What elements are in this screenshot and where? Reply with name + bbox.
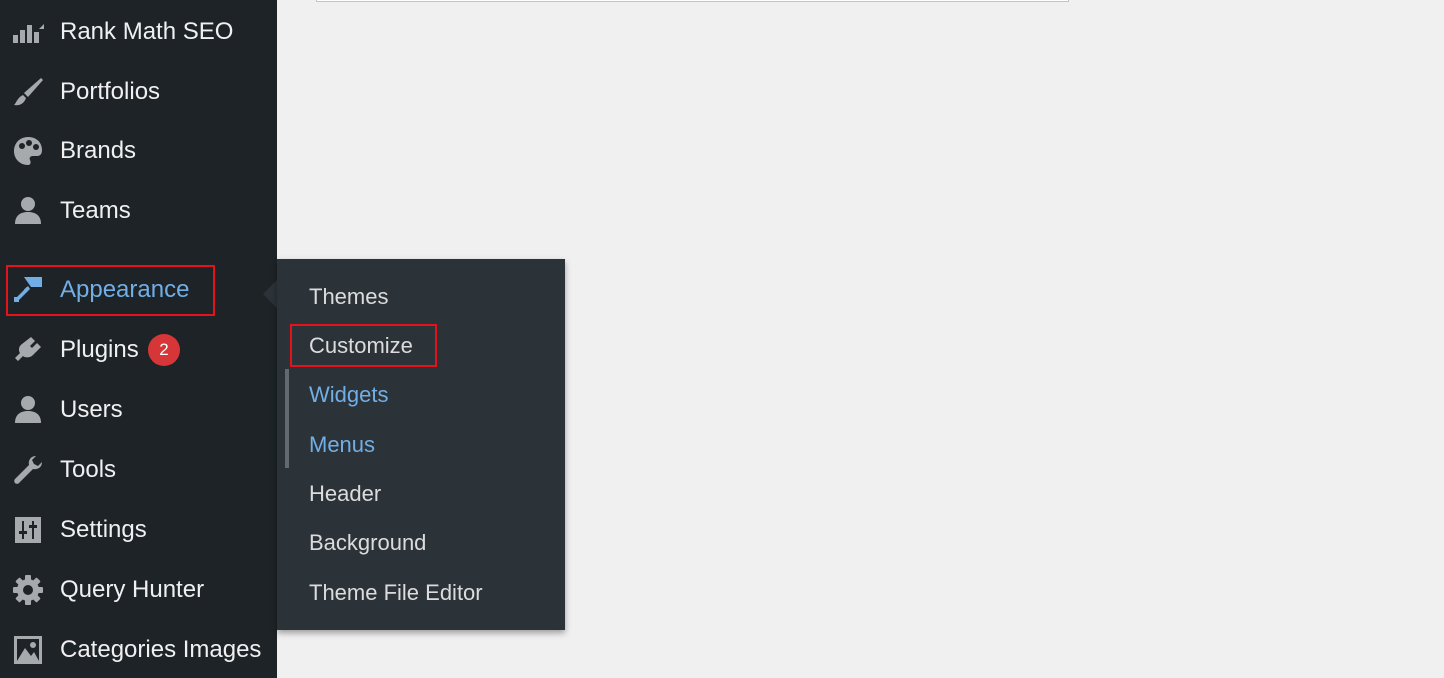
user-icon (11, 393, 45, 427)
submenu-item-widgets[interactable]: Widgets (277, 371, 565, 419)
submenu-label: Widgets (309, 382, 389, 407)
gear-icon (11, 573, 45, 607)
image-icon (11, 633, 45, 667)
admin-sidebar: Rank Math SEO Portfolios Brands Teams Ap… (0, 0, 277, 678)
menu-label: Teams (60, 197, 131, 224)
submenu-item-menus[interactable]: Menus (277, 421, 565, 469)
submenu-focus-bar (285, 369, 289, 468)
submenu-item-background[interactable]: Background (277, 519, 565, 567)
menu-label: Categories Images (60, 636, 262, 663)
content-box (316, 0, 1069, 2)
menu-label: Settings (60, 516, 147, 543)
menu-item-brands[interactable]: Brands (0, 123, 277, 179)
menu-item-plugins[interactable]: Plugins 2 (0, 322, 277, 378)
submenu-label: Header (309, 481, 382, 506)
wrench-icon (11, 453, 45, 487)
menu-label: Tools (60, 456, 117, 483)
submenu-item-themes[interactable]: Themes (277, 273, 565, 321)
appearance-highlight-box (6, 265, 215, 316)
rank-math-icon (11, 15, 45, 49)
menu-label: Brands (60, 137, 137, 164)
menu-item-rank-math-seo[interactable]: Rank Math SEO (0, 4, 277, 60)
brush-icon (11, 75, 45, 109)
menu-item-teams[interactable]: Teams (0, 183, 277, 239)
submenu-label: Theme File Editor (309, 580, 483, 605)
palette-icon (11, 134, 45, 168)
plugin-icon (11, 333, 45, 367)
menu-item-settings[interactable]: Settings (0, 502, 277, 558)
menu-label: Plugins (60, 336, 139, 363)
submenu-label: Background (309, 530, 427, 555)
submenu-item-theme-file-editor[interactable]: Theme File Editor (277, 569, 565, 617)
user-icon (11, 194, 45, 228)
update-count-badge: 2 (148, 334, 180, 366)
menu-label: Users (60, 396, 123, 423)
menu-item-categories-images[interactable]: Categories Images (0, 622, 277, 678)
submenu-pointer (263, 280, 277, 308)
appearance-submenu: Themes Customize Widgets Menus Header Ba… (277, 259, 565, 630)
submenu-label: Themes (309, 284, 389, 309)
submenu-item-header[interactable]: Header (277, 470, 565, 518)
menu-label: Query Hunter (60, 576, 205, 603)
menu-label: Portfolios (60, 78, 161, 105)
menu-item-portfolios[interactable]: Portfolios (0, 64, 277, 120)
menu-label: Rank Math SEO (60, 18, 234, 45)
customize-highlight-box (290, 324, 437, 367)
menu-item-users[interactable]: Users (0, 382, 277, 438)
menu-item-query-hunter[interactable]: Query Hunter (0, 562, 277, 618)
menu-item-tools[interactable]: Tools (0, 442, 277, 498)
sliders-icon (11, 513, 45, 547)
submenu-label: Menus (309, 432, 376, 457)
